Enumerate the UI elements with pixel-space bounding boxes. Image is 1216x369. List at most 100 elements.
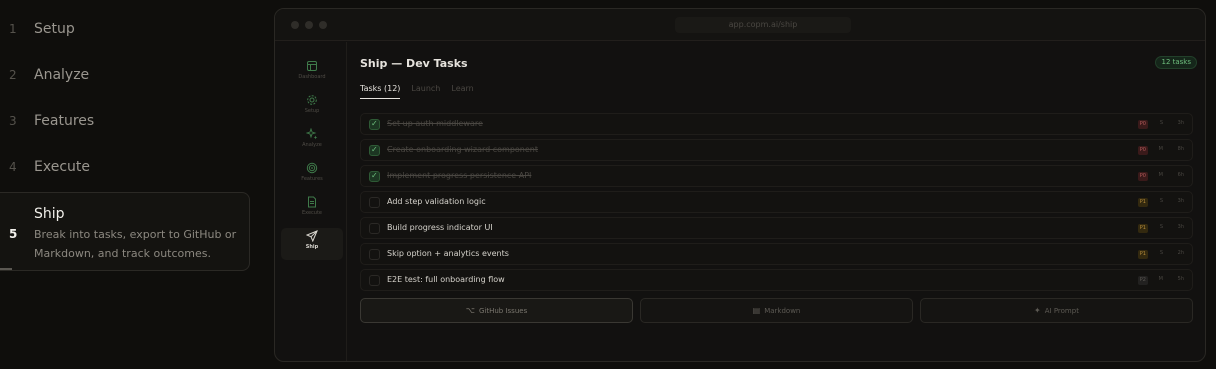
settings-icon [307, 95, 317, 105]
task-row[interactable]: ✓ Set up auth middleware P0 S 3h [360, 113, 1193, 135]
step-number: 1 [9, 22, 17, 36]
check-icon: ✓ [371, 119, 378, 128]
nav-label: Execute [302, 210, 322, 216]
size-label: S [1159, 120, 1163, 126]
task-title: Set up auth middleware [387, 119, 483, 128]
task-checkbox[interactable] [369, 223, 380, 234]
task-row[interactable]: Skip option + analytics events P1 S 2h [360, 243, 1193, 265]
size-label: M [1158, 276, 1163, 282]
nav-item-ship[interactable]: Ship [281, 228, 343, 260]
task-checkbox[interactable]: ✓ [369, 119, 380, 130]
task-title: Implement progress persistence API [387, 171, 532, 180]
priority-badge: P1 [1137, 250, 1148, 259]
export-actions: ⌥ GitHub Issues ▤ Markdown ✦ AI Prompt [360, 298, 1193, 323]
step-number: 5 [9, 227, 18, 241]
task-count-badge: 12 tasks [1155, 56, 1197, 69]
priority-badge: P1 [1137, 224, 1148, 233]
step-label: Ship [34, 206, 65, 222]
hours-label: 2h [1177, 250, 1184, 256]
window-minimize-dot[interactable] [305, 21, 313, 29]
nav-item-analyze[interactable]: Analyze [281, 126, 343, 158]
size-label: S [1159, 250, 1163, 256]
step-description: Break into tasks, export to GitHub or Ma… [34, 228, 237, 260]
send-icon [306, 230, 318, 242]
task-checkbox[interactable]: ✓ [369, 171, 380, 182]
step-features[interactable]: 3 Features [0, 98, 250, 144]
dashboard-icon [307, 61, 317, 71]
step-label: Execute [34, 159, 90, 175]
priority-badge: P2 [1137, 276, 1148, 285]
step-number: 4 [9, 160, 17, 174]
step-execute[interactable]: 4 Execute [0, 144, 250, 190]
check-icon: ✓ [371, 171, 378, 180]
export-label: Markdown [764, 307, 801, 315]
step-label: Features [34, 113, 95, 129]
task-row[interactable]: ✓ Implement progress persistence API P0 … [360, 165, 1193, 187]
nav-item-setup[interactable]: Setup [281, 92, 343, 124]
github-icon: ⌥ [465, 306, 475, 315]
task-checkbox[interactable] [369, 249, 380, 260]
size-label: M [1158, 146, 1163, 152]
nav-label: Dashboard [298, 74, 326, 80]
task-row[interactable]: ✓ Create onboarding wizard component P0 … [360, 139, 1193, 161]
hours-label: 3h [1177, 224, 1184, 230]
task-checkbox[interactable]: ✓ [369, 145, 380, 156]
step-label: Analyze [34, 67, 90, 83]
priority-badge: P1 [1137, 198, 1148, 207]
export-ai-prompt-button[interactable]: ✦ AI Prompt [920, 298, 1193, 323]
export-label: AI Prompt [1044, 307, 1079, 315]
window-maximize-dot[interactable] [319, 21, 327, 29]
hours-label: 6h [1177, 172, 1184, 178]
task-row[interactable]: E2E test: full onboarding flow P2 M 5h [360, 269, 1193, 291]
step-progress-bar [0, 268, 12, 270]
task-checkbox[interactable] [369, 275, 380, 286]
target-icon [306, 162, 318, 174]
nav-item-features[interactable]: Features [281, 160, 343, 192]
priority-badge: P0 [1137, 172, 1148, 181]
nav-label: Ship [305, 244, 319, 250]
hours-label: 3h [1177, 198, 1184, 204]
export-label: GitHub Issues [478, 307, 528, 315]
hours-label: 3h [1177, 120, 1184, 126]
export-github-button[interactable]: ⌥ GitHub Issues [360, 298, 633, 323]
app-window: app.copm.ai/ship Dashboard Setup Analyze… [274, 8, 1206, 362]
window-titlebar: app.copm.ai/ship [275, 9, 1205, 41]
page-title: Ship — Dev Tasks [360, 57, 468, 70]
nav-label: Analyze [302, 142, 322, 148]
task-row[interactable]: Build progress indicator UI P1 S 3h [360, 217, 1193, 239]
priority-badge: P0 [1137, 120, 1148, 129]
step-number: 2 [9, 68, 17, 82]
task-title: Build progress indicator UI [387, 223, 493, 232]
step-label: Setup [34, 21, 75, 37]
sparkle-icon [306, 128, 318, 140]
tab-launch[interactable]: Launch [411, 84, 440, 99]
size-label: M [1158, 172, 1163, 178]
window-close-dot[interactable] [291, 21, 299, 29]
sidebar-nav: Dashboard Setup Analyze Features Execute… [275, 42, 347, 361]
task-title: Add step validation logic [387, 197, 486, 206]
check-icon: ✓ [371, 145, 378, 154]
priority-badge: P0 [1137, 146, 1148, 155]
task-row[interactable]: Add step validation logic P1 S 3h [360, 191, 1193, 213]
nav-item-dashboard[interactable]: Dashboard [281, 58, 343, 90]
nav-label: Features [301, 176, 323, 182]
task-title: E2E test: full onboarding flow [387, 275, 505, 284]
step-ship-active[interactable]: 5 Ship Break into tasks, export to GitHu… [0, 192, 250, 271]
tab-learn[interactable]: Learn [451, 84, 473, 99]
tab-bar: Tasks (12) Launch Learn [360, 84, 474, 99]
step-setup[interactable]: 1 Setup [0, 6, 250, 52]
document-icon [308, 196, 316, 208]
nav-item-execute[interactable]: Execute [281, 194, 343, 226]
nav-label: Setup [304, 108, 320, 114]
hours-label: 8h [1177, 146, 1184, 152]
hours-label: 5h [1177, 276, 1184, 282]
task-title: Skip option + analytics events [387, 249, 509, 258]
url-bar[interactable]: app.copm.ai/ship [675, 17, 851, 33]
step-number: 3 [9, 114, 17, 128]
export-markdown-button[interactable]: ▤ Markdown [640, 298, 913, 323]
sparkle-icon: ✦ [1034, 306, 1041, 315]
tab-tasks[interactable]: Tasks (12) [360, 84, 401, 99]
step-analyze[interactable]: 2 Analyze [0, 52, 250, 98]
file-icon: ▤ [752, 306, 761, 315]
task-checkbox[interactable] [369, 197, 380, 208]
